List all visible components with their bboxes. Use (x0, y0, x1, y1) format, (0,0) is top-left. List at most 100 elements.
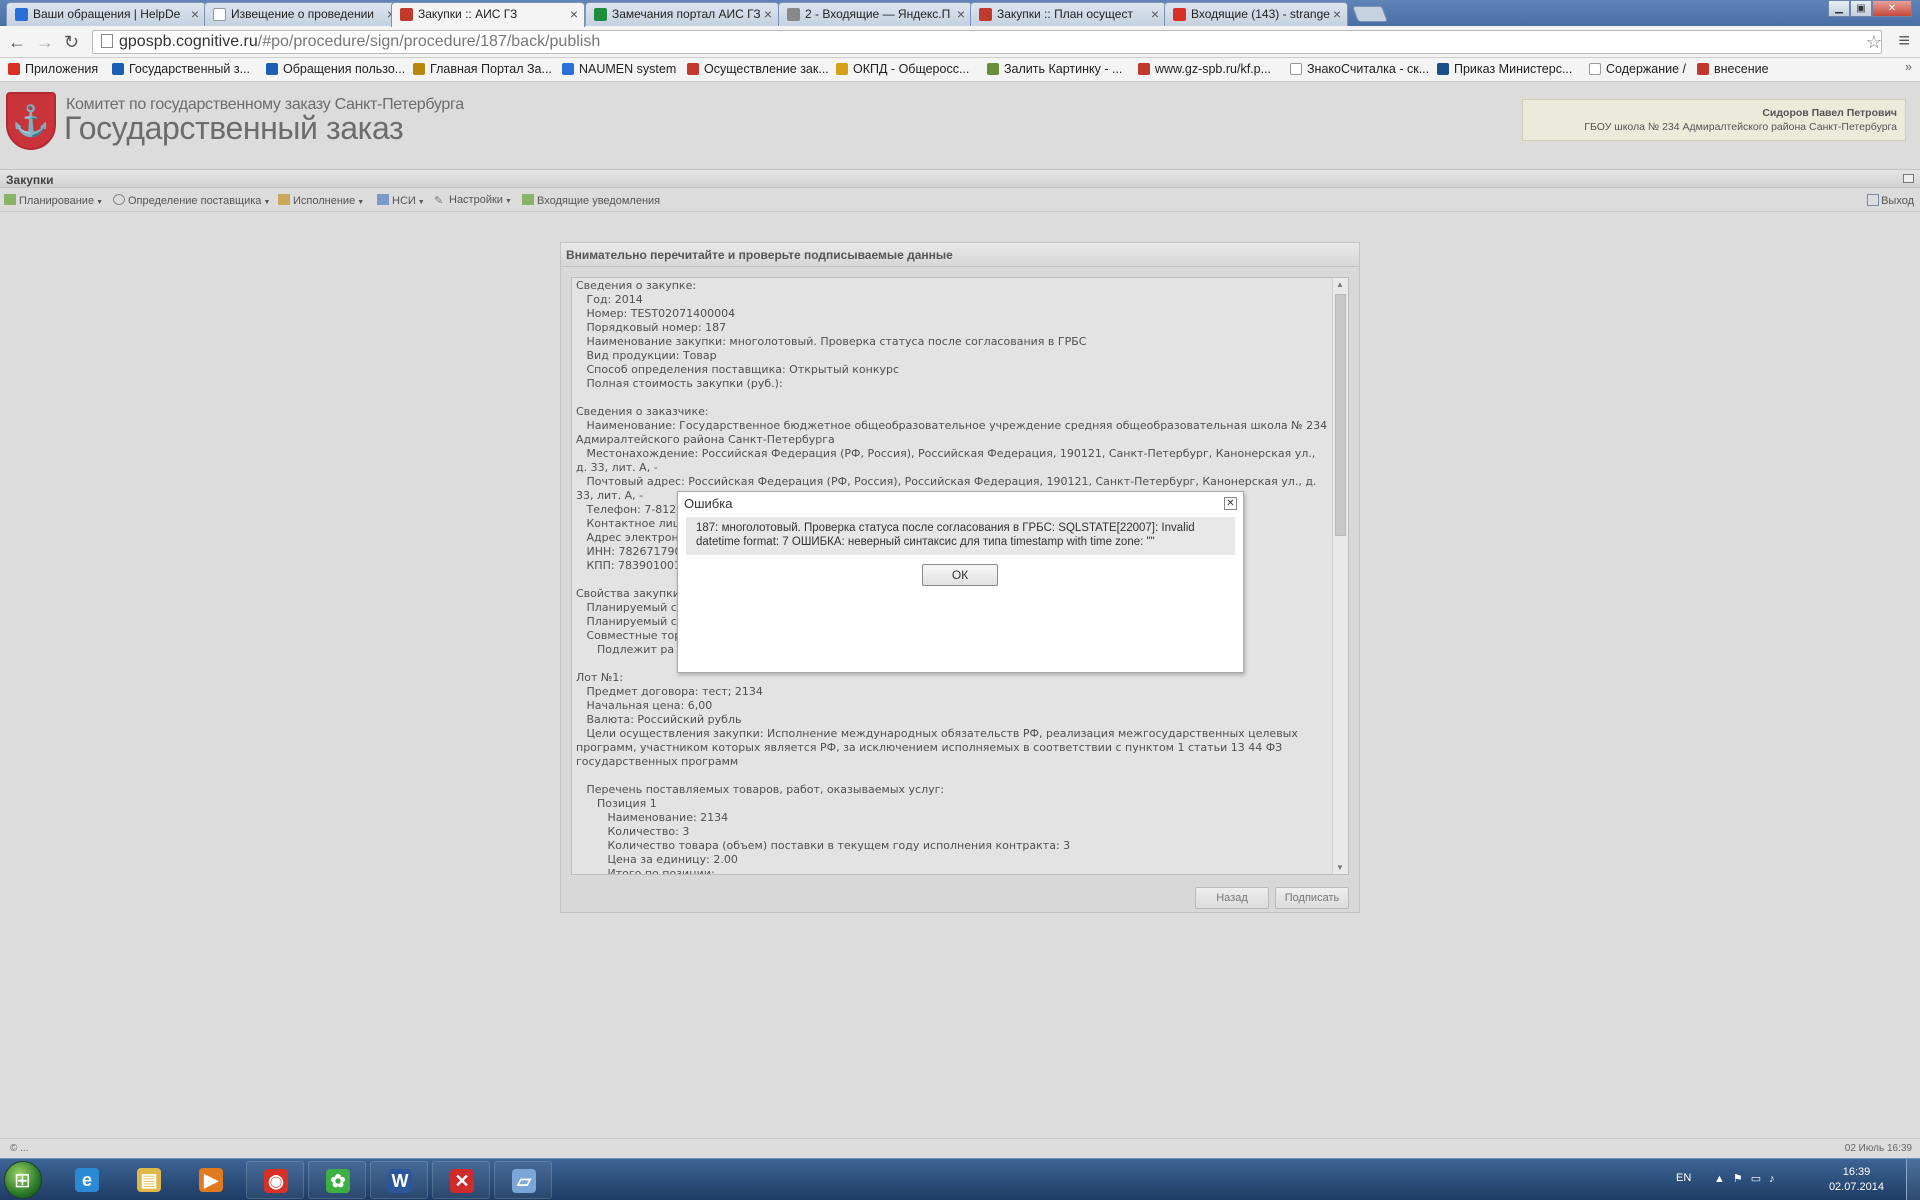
user-organization: ГБОУ школа № 234 Адмиралтейского района … (1584, 121, 1897, 133)
language-indicator[interactable]: EN (1676, 1172, 1691, 1184)
user-info: Сидоров Павел Петрович ГБОУ школа № 234 … (1522, 99, 1906, 141)
maximize-icon[interactable]: ▣ (1850, 0, 1872, 17)
tab-favicon (1173, 8, 1186, 21)
bookmark-item[interactable]: Главная Портал За... (413, 62, 552, 76)
browser-tab-active[interactable]: Закупки :: АИС ГЗ × (391, 2, 585, 27)
browser-tab[interactable]: Закупки :: План осущест × (970, 2, 1166, 26)
bookmark-apps[interactable]: Приложения (8, 62, 98, 76)
bookmark-label: Приказ Министерс... (1454, 62, 1573, 76)
tray-icons[interactable]: ▲⚑▭♪ (1714, 1172, 1783, 1185)
menu-settings[interactable]: ✎ Настройки ▼ (434, 194, 512, 207)
browser-menu-icon[interactable]: ≡ (1898, 30, 1910, 53)
browser-tab[interactable]: Замечания портал АИС ГЗ × (585, 2, 779, 26)
close-icon[interactable]: ✕ (1224, 497, 1237, 510)
taskbar-app-chrome[interactable]: ◉ (246, 1161, 304, 1199)
user-name: Сидоров Павел Петрович (1762, 107, 1897, 119)
start-button[interactable]: ⊞ (4, 1161, 42, 1199)
taskbar-app-icq[interactable]: ✿ (308, 1161, 366, 1199)
taskbar-app-x[interactable]: ✕ (432, 1161, 490, 1199)
page-icon (1589, 63, 1601, 75)
chevron-down-icon: ▼ (357, 199, 365, 206)
window-close-icon[interactable]: ✕ (1872, 0, 1912, 17)
bookmark-label: внесение (1714, 62, 1769, 76)
back-button[interactable]: Назад (1195, 887, 1269, 909)
tab-label: Закупки :: План осущест (997, 7, 1133, 21)
tab-favicon (213, 8, 226, 21)
browser-tab[interactable]: Входящие (143) - strange × (1164, 2, 1348, 26)
sign-button[interactable]: Подписать (1275, 887, 1349, 909)
taskbar-app-explorer[interactable]: ▤ (120, 1161, 178, 1199)
pt-icon (1437, 63, 1449, 75)
bookmark-item[interactable]: ОКПД - Общеросс... (836, 62, 969, 76)
menu-supplier[interactable]: Определение поставщика ▼ (113, 194, 270, 207)
tab-favicon (15, 8, 28, 21)
footer-left: © ... (10, 1143, 29, 1154)
okpd-icon (836, 63, 848, 75)
ok-button[interactable]: ОК (922, 564, 998, 586)
bookmark-item[interactable]: Обращения пользо... (266, 62, 405, 76)
bookmark-item[interactable]: Залить Картинку - ... (987, 62, 1122, 76)
bookmark-item[interactable]: Осуществление зак... (687, 62, 829, 76)
page-footer: © ... 02 Июль 16:39 (0, 1138, 1920, 1158)
scroll-up-icon[interactable]: ▲ (1336, 280, 1344, 289)
bookmark-item[interactable]: Государственный з... (112, 62, 250, 76)
error-dialog-title: Ошибка (684, 496, 733, 511)
show-desktop-button[interactable] (1906, 1159, 1920, 1200)
bookmark-item[interactable]: внесение (1697, 62, 1769, 76)
bookmark-label: Содержание / (1606, 62, 1686, 76)
system-clock[interactable]: 16:39 02.07.2014 (1829, 1165, 1884, 1195)
collapse-icon[interactable] (1903, 174, 1914, 183)
new-tab-button[interactable] (1352, 6, 1388, 22)
browser-tab[interactable]: Извещение о проведении × (204, 2, 402, 26)
bookmark-item[interactable]: Приказ Министерс... (1437, 62, 1572, 76)
red-x-app-icon: ✕ (450, 1169, 474, 1193)
tab-close-icon[interactable]: × (1333, 3, 1341, 25)
panel-title: Закупки (6, 173, 54, 187)
url-bar[interactable]: gpospb.cognitive.ru/#po/procedure/sign/p… (92, 30, 1882, 54)
menu-nsi[interactable]: НСИ ▼ (377, 194, 425, 207)
browser-tab[interactable]: Ваши обращения | HelpDe × (6, 2, 206, 26)
tab-label: Входящие (143) - strange (1191, 7, 1330, 21)
menu-execution[interactable]: Исполнение ▼ (278, 194, 364, 207)
naumen-icon (562, 63, 574, 75)
tab-label: Извещение о проведении (231, 7, 375, 21)
browser-tabbar: Ваши обращения | HelpDe × Извещение о пр… (0, 0, 1920, 27)
scroll-down-icon[interactable]: ▼ (1336, 863, 1344, 872)
bookmark-item[interactable]: Содержание / (1589, 62, 1686, 76)
forward-arrow-icon[interactable]: → (36, 32, 54, 52)
bookmark-star-icon[interactable]: ☆ (1866, 32, 1882, 53)
menu-notifications[interactable]: Входящие уведомления (522, 194, 660, 207)
logout-button[interactable]: Выход (1867, 194, 1914, 207)
taskbar-app-notes[interactable]: ▱ (494, 1161, 552, 1199)
tab-close-icon[interactable]: × (191, 3, 199, 25)
browser-tab[interactable]: 2 - Входящие — Яндекс.П × (778, 2, 972, 26)
bookmarks-overflow-icon[interactable]: » (1905, 60, 1912, 74)
bookmark-item[interactable]: ЗнакоСчиталка - ск... (1290, 62, 1429, 76)
image-upload-icon (987, 63, 999, 75)
taskbar-app-ie[interactable]: e (58, 1161, 116, 1199)
minimize-icon[interactable]: ▁ (1828, 0, 1850, 17)
bookmark-item[interactable]: www.gz-spb.ru/kf.p... (1138, 62, 1271, 76)
tab-close-icon[interactable]: × (764, 3, 772, 25)
gears-icon (113, 194, 125, 205)
tab-close-icon[interactable]: × (570, 3, 578, 25)
reload-icon[interactable]: ↻ (64, 32, 79, 52)
taskbar-app-media[interactable]: ▶ (182, 1161, 240, 1199)
tab-close-icon[interactable]: × (1151, 3, 1159, 25)
main-menu: Планирование ▼ Определение поставщика ▼ Ис… (0, 188, 1920, 212)
bookmark-item[interactable]: NAUMEN system (562, 62, 676, 76)
back-arrow-icon[interactable]: ← (8, 32, 26, 52)
bookmark-label: Главная Портал За... (430, 62, 552, 76)
document-scrollbar[interactable]: ▲ ▼ (1332, 278, 1348, 874)
media-player-icon: ▶ (199, 1168, 223, 1192)
scrollbar-thumb[interactable] (1335, 294, 1346, 536)
taskbar-app-word[interactable]: W (370, 1161, 428, 1199)
footer-datetime: 02 Июль 16:39 (1844, 1143, 1912, 1154)
menu-planning[interactable]: Планирование ▼ (4, 194, 103, 207)
bookmark-label: Обращения пользо... (283, 62, 406, 76)
apps-grid-icon (8, 63, 20, 75)
tab-close-icon[interactable]: × (957, 3, 965, 25)
site-title: Государственный заказ (64, 110, 404, 146)
internet-explorer-icon: e (75, 1168, 99, 1192)
windows-taskbar: ⊞ e ▤ ▶ ◉ ✿ W ✕ ▱ EN ▲⚑▭♪ 16:39 02.07.20… (0, 1158, 1920, 1200)
